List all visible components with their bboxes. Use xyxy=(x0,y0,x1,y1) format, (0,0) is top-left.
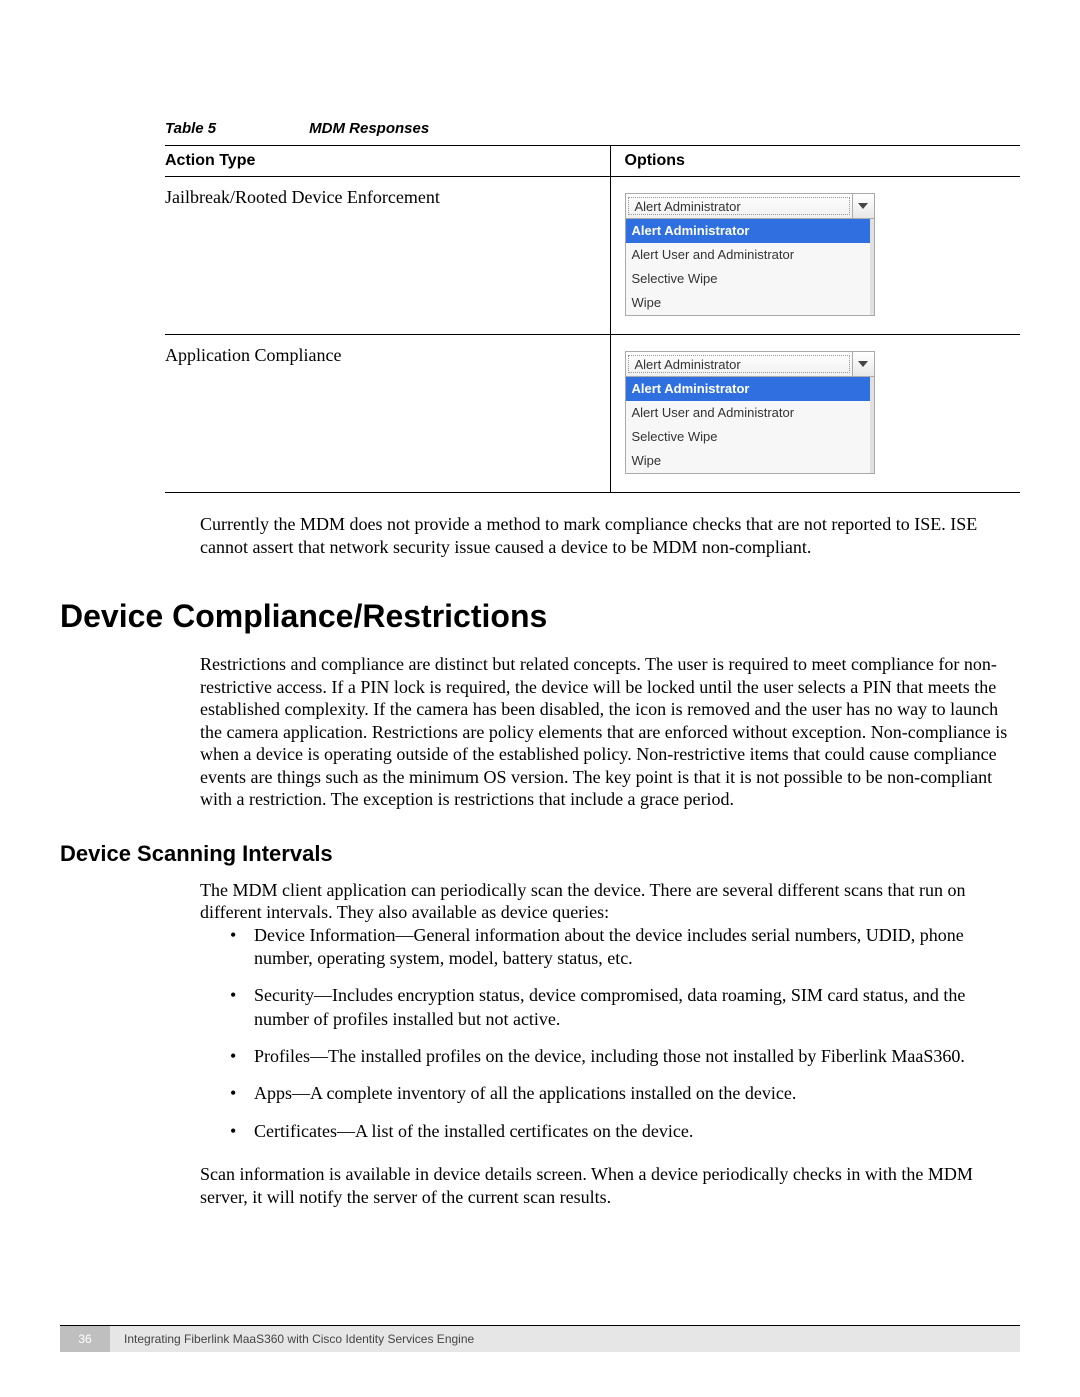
footer-page-number: 36 xyxy=(60,1326,110,1352)
table-caption: Table 5 MDM Responses xyxy=(165,120,1020,137)
cell-action-type: Jailbreak/Rooted Device Enforcement xyxy=(165,177,610,335)
col-header-action: Action Type xyxy=(165,146,610,177)
paragraph-compliance: Restrictions and compliance are distinct… xyxy=(200,653,1020,811)
dropdown-selected: Alert Administrator xyxy=(628,355,850,373)
scanning-bullet-list: Device Information—General information a… xyxy=(230,924,1020,1144)
list-item: Device Information—General information a… xyxy=(230,924,1020,971)
paragraph-scanning-outro: Scan information is available in device … xyxy=(200,1163,1020,1208)
options-dropdown[interactable]: Alert Administrator Alert Administrator … xyxy=(625,193,875,316)
chevron-down-icon[interactable] xyxy=(852,194,874,218)
dropdown-item[interactable]: Alert User and Administrator xyxy=(626,401,870,425)
options-dropdown[interactable]: Alert Administrator Alert Administrator … xyxy=(625,351,875,474)
dropdown-header[interactable]: Alert Administrator xyxy=(625,351,875,377)
paragraph-after-table: Currently the MDM does not provide a met… xyxy=(200,513,1020,558)
dropdown-item[interactable]: Alert User and Administrator xyxy=(626,243,870,267)
dropdown-item[interactable]: Alert Administrator xyxy=(626,377,870,401)
list-item: Certificates—A list of the installed cer… xyxy=(230,1120,1020,1143)
paragraph-scanning-intro: The MDM client application can periodica… xyxy=(200,879,1020,924)
dropdown-item[interactable]: Alert Administrator xyxy=(626,219,870,243)
list-item: Security—Includes encryption status, dev… xyxy=(230,984,1020,1031)
heading-device-scanning: Device Scanning Intervals xyxy=(60,841,1020,867)
dropdown-list: Alert Administrator Alert User and Admin… xyxy=(625,219,875,316)
cell-options: Alert Administrator Alert Administrator … xyxy=(610,177,1020,335)
chevron-down-icon[interactable] xyxy=(852,352,874,376)
list-item: Apps—A complete inventory of all the app… xyxy=(230,1082,1020,1105)
list-item: Profiles—The installed profiles on the d… xyxy=(230,1045,1020,1068)
dropdown-item[interactable]: Selective Wipe xyxy=(626,425,870,449)
dropdown-item[interactable]: Wipe xyxy=(626,449,870,473)
dropdown-header[interactable]: Alert Administrator xyxy=(625,193,875,219)
table-row: Application Compliance Alert Administrat… xyxy=(165,335,1020,493)
mdm-responses-table: Action Type Options Jailbreak/Rooted Dev… xyxy=(165,145,1020,493)
footer-doc-title: Integrating Fiberlink MaaS360 with Cisco… xyxy=(110,1326,1020,1352)
table-row: Jailbreak/Rooted Device Enforcement Aler… xyxy=(165,177,1020,335)
cell-action-type: Application Compliance xyxy=(165,335,610,493)
heading-device-compliance: Device Compliance/Restrictions xyxy=(60,598,1020,635)
dropdown-item[interactable]: Selective Wipe xyxy=(626,267,870,291)
dropdown-list: Alert Administrator Alert User and Admin… xyxy=(625,377,875,474)
dropdown-selected: Alert Administrator xyxy=(628,197,850,215)
cell-options: Alert Administrator Alert Administrator … xyxy=(610,335,1020,493)
dropdown-item[interactable]: Wipe xyxy=(626,291,870,315)
table-caption-id: Table 5 xyxy=(165,120,305,137)
page-footer: 36 Integrating Fiberlink MaaS360 with Ci… xyxy=(60,1325,1020,1352)
table-caption-title: MDM Responses xyxy=(309,120,429,137)
col-header-options: Options xyxy=(610,146,1020,177)
